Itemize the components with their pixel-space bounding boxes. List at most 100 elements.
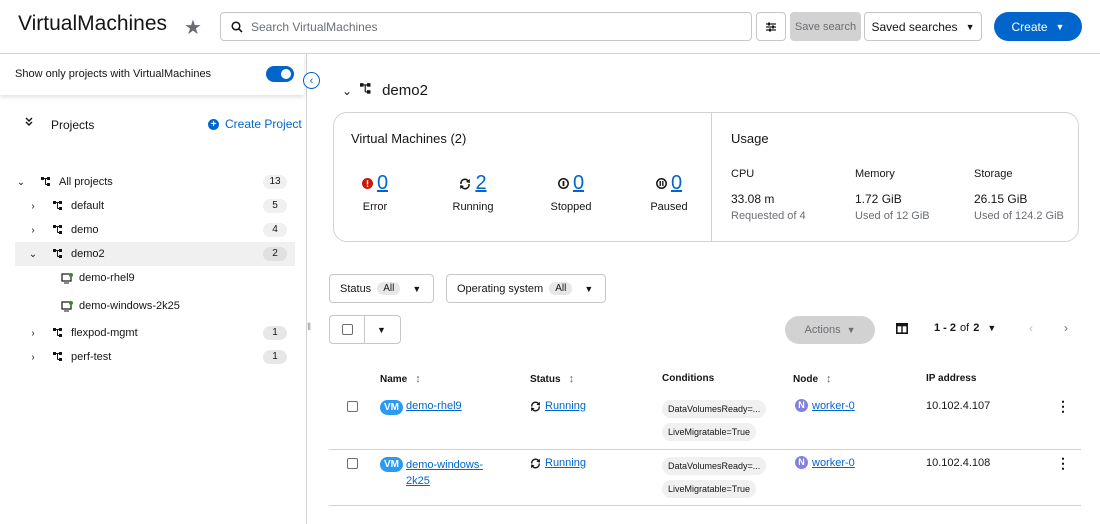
usage-sub: Used of 12 GiB: [855, 210, 930, 222]
project-icon: [41, 177, 53, 187]
count-badge: 1: [263, 326, 287, 340]
pagination-of: of: [960, 322, 970, 334]
caret-down-icon[interactable]: ▼: [377, 325, 386, 335]
collapse-all-icon[interactable]: [24, 117, 34, 130]
row-divider: [329, 505, 1081, 506]
sort-icon[interactable]: ↕: [826, 373, 832, 385]
column-header-node[interactable]: Node ↕: [793, 373, 832, 385]
status-running: 2 Running: [433, 172, 513, 213]
project-icon: [360, 82, 374, 99]
filter-label: Status: [340, 282, 372, 295]
chevron-right-icon[interactable]: ›: [27, 225, 39, 236]
resize-handle-icon[interactable]: ‖: [307, 322, 311, 333]
row-checkbox[interactable]: [347, 401, 358, 412]
projects-heading: Projects: [51, 118, 95, 132]
project-title[interactable]: ⌄ demo2: [342, 82, 428, 99]
running-count-link[interactable]: 2: [475, 172, 486, 195]
chevron-right-icon[interactable]: ›: [27, 352, 39, 363]
column-header-status[interactable]: Status ↕: [530, 373, 574, 385]
bulk-select-dropdown[interactable]: ▼: [329, 315, 401, 344]
columns-icon[interactable]: [896, 323, 908, 337]
collapse-sidebar-button[interactable]: ‹: [303, 72, 320, 89]
vm-name-line: demo-windows-: [406, 459, 484, 471]
error-count-link[interactable]: 0: [377, 172, 388, 195]
usage-storage: Storage 26.15 GiB Used of 124.2 GiB: [974, 168, 1064, 222]
tree-item-demo[interactable]: › demo 4: [15, 218, 295, 242]
tree-item-demo2[interactable]: ⌄ demo2 2: [15, 242, 295, 266]
paused-count-link[interactable]: 0: [671, 172, 682, 195]
header-label: Name: [380, 373, 408, 385]
usage-value: 26.15 GiB: [974, 192, 1028, 206]
usage-label: Storage: [974, 168, 1013, 180]
vm-name-link[interactable]: demo-windows- 2k25: [406, 457, 483, 489]
node-link[interactable]: worker-0: [812, 400, 855, 412]
status-stopped: 0 Stopped: [531, 172, 611, 213]
usage-label: CPU: [731, 168, 755, 180]
chevron-right-icon[interactable]: ›: [27, 201, 39, 212]
tree-item-label: perf-test: [71, 351, 112, 363]
vm-icon: [61, 272, 73, 284]
table-row-status: Running: [530, 457, 586, 469]
count-badge: 2: [263, 247, 287, 261]
condition-label[interactable]: LiveMigratable=True: [662, 480, 756, 498]
condition-label[interactable]: LiveMigratable=True: [662, 423, 756, 441]
sort-icon[interactable]: ↕: [569, 373, 575, 385]
next-page-icon[interactable]: ›: [1064, 321, 1068, 335]
header-label: IP address: [926, 373, 977, 384]
row-checkbox[interactable]: [347, 458, 358, 469]
row-divider: [329, 449, 1081, 450]
vm-name-line: 2k25: [406, 475, 430, 487]
usage-cpu: CPU 33.08 m Requested of 4: [731, 168, 806, 222]
tree-item-vm-demo-rhel9[interactable]: demo-rhel9: [15, 266, 295, 290]
os-filter-dropdown[interactable]: Operating system All ▼: [446, 274, 606, 303]
search-input[interactable]: Search VirtualMachines: [220, 12, 752, 41]
tree-item-flexpod-mgmt[interactable]: › flexpod-mgmt 1: [15, 321, 295, 345]
pagination-toggle[interactable]: 1 - 2 of 2 ▼: [934, 322, 996, 334]
status-error: 0 Error: [335, 172, 415, 213]
save-search-button[interactable]: Save search: [790, 12, 861, 41]
chevron-down-icon[interactable]: ⌄: [342, 84, 352, 98]
saved-searches-dropdown[interactable]: Saved searches ▼: [864, 12, 982, 41]
vm-icon: [61, 300, 73, 312]
divider: [364, 316, 365, 343]
chevron-down-icon[interactable]: ⌄: [15, 177, 27, 188]
table-row-node: N worker-0: [795, 399, 855, 412]
chevron-left-icon: ‹: [309, 74, 314, 87]
tree-item-vm-demo-windows-2k25[interactable]: demo-windows-2k25: [15, 294, 295, 318]
status-link[interactable]: Running: [545, 457, 586, 469]
filter-chip: All: [549, 282, 573, 295]
tree-item-perf-test[interactable]: › perf-test 1: [15, 345, 295, 369]
create-project-link[interactable]: + Create Project: [208, 117, 302, 131]
stopped-count-link[interactable]: 0: [573, 172, 584, 195]
toggle-label: Show only projects with VirtualMachines: [15, 68, 212, 80]
card-divider: [711, 113, 712, 241]
show-projects-toggle[interactable]: [266, 66, 294, 82]
project-icon: [53, 201, 65, 211]
select-all-checkbox[interactable]: [342, 324, 353, 335]
filter-label: Operating system: [457, 282, 544, 295]
column-header-name[interactable]: Name ↕: [380, 373, 421, 385]
status-link[interactable]: Running: [545, 400, 586, 412]
actions-label: Actions: [804, 324, 841, 336]
condition-label[interactable]: DataVolumesReady=...: [662, 457, 767, 475]
advanced-search-button[interactable]: [756, 12, 786, 41]
node-link[interactable]: worker-0: [812, 457, 855, 469]
plus-circle-icon: +: [208, 118, 219, 130]
status-filter-dropdown[interactable]: Status All ▼: [329, 274, 434, 303]
actions-button[interactable]: Actions ▼: [785, 316, 875, 344]
ip-address: 10.102.4.108: [926, 457, 991, 469]
create-button[interactable]: Create ▼: [994, 12, 1082, 41]
chevron-right-icon[interactable]: ›: [27, 328, 39, 339]
tree-item-all-projects[interactable]: ⌄ All projects 13: [15, 170, 295, 194]
previous-page-icon[interactable]: ‹: [1029, 321, 1033, 335]
chevron-down-icon[interactable]: ⌄: [27, 249, 39, 260]
usage-memory: Memory 1.72 GiB Used of 12 GiB: [855, 168, 930, 222]
vm-name-link[interactable]: demo-rhel9: [406, 400, 462, 412]
sort-icon[interactable]: ↕: [415, 373, 421, 385]
kebab-menu-icon[interactable]: ⋮: [1056, 456, 1070, 470]
tree-item-default[interactable]: › default 5: [15, 194, 295, 218]
condition-label[interactable]: DataVolumesReady=...: [662, 400, 767, 418]
star-icon[interactable]: ★: [184, 15, 202, 40]
kebab-menu-icon[interactable]: ⋮: [1056, 399, 1070, 413]
vm-badge: VM: [380, 457, 403, 472]
